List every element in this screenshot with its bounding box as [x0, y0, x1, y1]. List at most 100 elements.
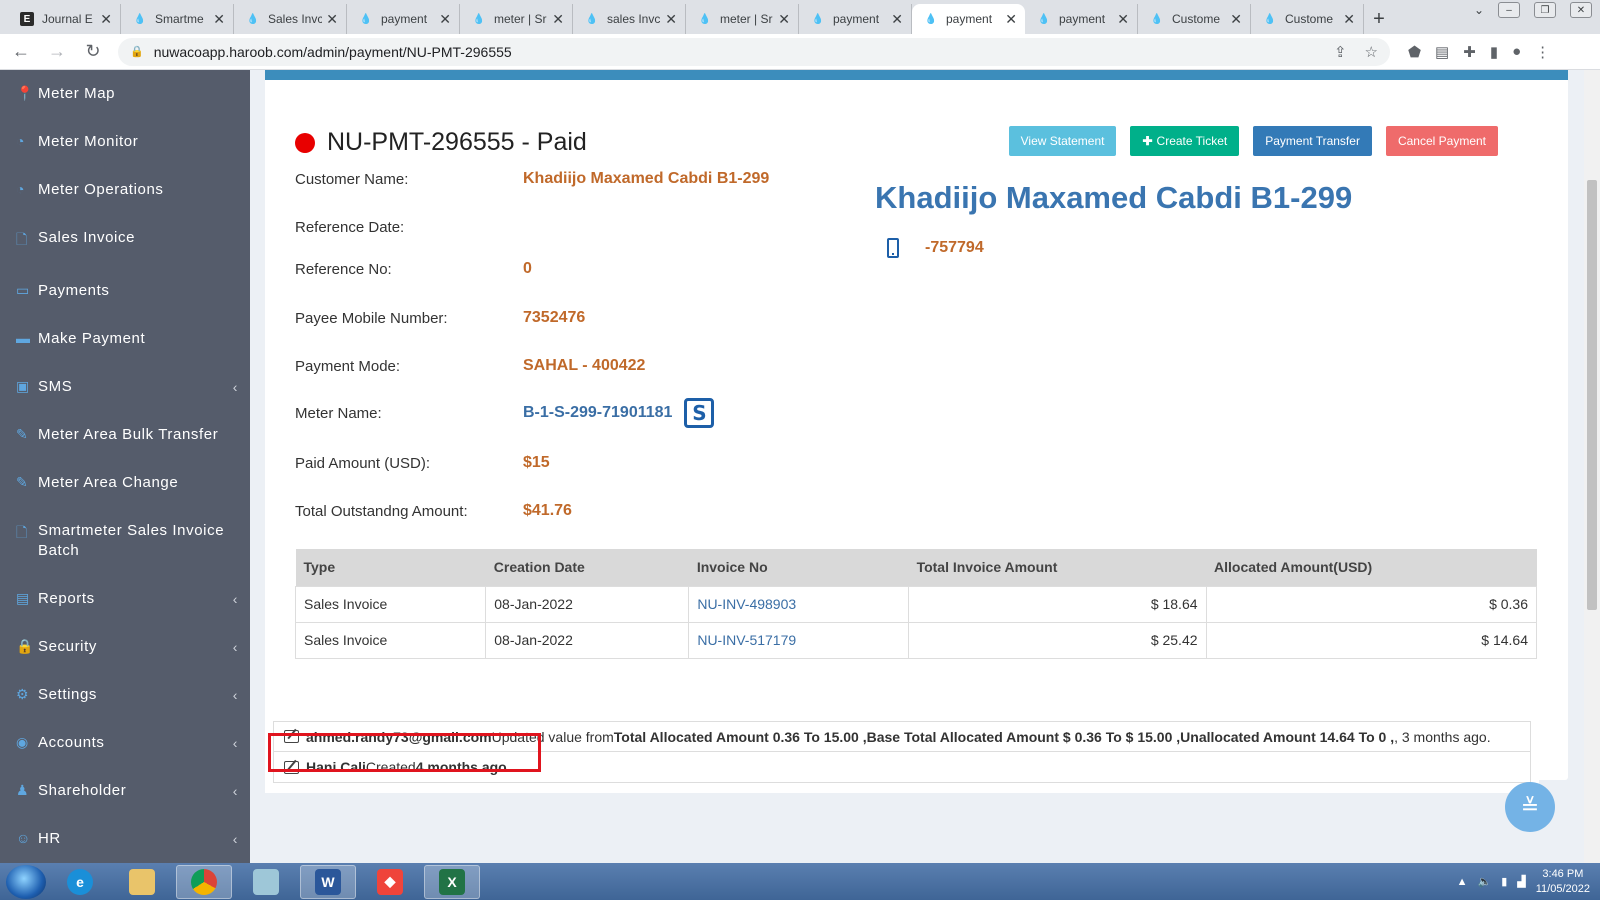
- browser-tab[interactable]: 💧 Smartme ✕: [121, 4, 234, 34]
- sidebar-item-payments[interactable]: ▭ Payments: [0, 267, 250, 315]
- credit-card-icon: ▬: [16, 330, 31, 346]
- windows-taskbar: e W ◆ X ▲ 🔈 ▮ ▟ 3:46 PM 11/05/2022: [0, 863, 1600, 900]
- close-tab-icon[interactable]: ✕: [1117, 11, 1129, 28]
- tray-expand-icon[interactable]: ▲: [1457, 876, 1468, 888]
- start-button[interactable]: [6, 864, 46, 899]
- close-tab-icon[interactable]: ✕: [100, 11, 112, 28]
- clipboard-extension-icon[interactable]: ▤: [1435, 43, 1449, 61]
- taskbar-explorer[interactable]: [114, 865, 170, 899]
- browser-tab[interactable]: 💧 payment ✕: [799, 4, 912, 34]
- sidebar-item-hr[interactable]: ☺ HR ‹: [0, 815, 250, 863]
- network-icon[interactable]: ▟: [1517, 875, 1525, 888]
- close-tab-icon[interactable]: ✕: [439, 11, 451, 28]
- taskbar-anydesk[interactable]: ◆: [362, 865, 418, 899]
- minimize-button[interactable]: –: [1498, 2, 1520, 18]
- sidebar-item-security[interactable]: 🔒 Security ‹: [0, 623, 250, 671]
- close-tab-icon[interactable]: ✕: [1343, 11, 1355, 28]
- close-window-button[interactable]: ✕: [1570, 2, 1592, 18]
- action-buttons: View Statement ✚ Create Ticket Payment Tr…: [1008, 126, 1498, 156]
- taskbar-excel[interactable]: X: [424, 864, 480, 899]
- customer-card-name[interactable]: Khadiijo Maxamed Cabdi B1-299: [875, 180, 1352, 216]
- cancel-payment-button[interactable]: Cancel Payment: [1385, 126, 1498, 156]
- reload-button[interactable]: ↻: [78, 41, 108, 62]
- sidebar-item-make-payment[interactable]: ▬ Make Payment: [0, 315, 250, 363]
- excel-icon: X: [439, 868, 465, 895]
- close-tab-icon[interactable]: ✕: [1005, 11, 1017, 28]
- tab-title: payment: [381, 12, 428, 26]
- browser-tab[interactable]: 💧 payment ✕: [912, 4, 1025, 34]
- sidebar-item-sms[interactable]: ▣ SMS ‹: [0, 363, 250, 411]
- invoice-no-link[interactable]: NU-INV-498903: [688, 585, 910, 623]
- sidebar-item-label: Sales Invoice: [38, 229, 136, 246]
- lock-icon: 🔒: [16, 638, 35, 654]
- type-cell: Sales Invoice: [294, 585, 487, 623]
- view-statement-button[interactable]: View Statement: [1008, 126, 1117, 156]
- sidebar-item-meter-monitor[interactable]: ◔ Meter Monitor: [0, 118, 250, 166]
- page-scrollbar[interactable]: [1584, 70, 1600, 863]
- bookmark-star-icon[interactable]: ☆: [1365, 43, 1378, 61]
- system-clock[interactable]: 3:46 PM 11/05/2022: [1536, 867, 1590, 897]
- sidebar-item-label: Shareholder: [38, 782, 127, 799]
- side-panel-icon[interactable]: ▮: [1490, 43, 1498, 61]
- share-icon[interactable]: ⇪: [1334, 43, 1347, 61]
- close-tab-icon[interactable]: ✕: [891, 11, 903, 28]
- close-tab-icon[interactable]: ✕: [665, 11, 677, 28]
- volume-muted-icon[interactable]: 🔈: [1478, 875, 1492, 888]
- edit-square-icon: ✎: [16, 426, 29, 442]
- sidebar-item-reports[interactable]: ▤ Reports ‹: [0, 575, 250, 623]
- restore-button[interactable]: ❐: [1534, 2, 1556, 18]
- browser-tab[interactable]: 💧 sales Invc ✕: [573, 4, 686, 34]
- create-ticket-button[interactable]: ✚ Create Ticket: [1130, 126, 1240, 156]
- puzzle-extensions-icon[interactable]: ✚: [1463, 43, 1476, 61]
- sidebar-item-meter-area-change[interactable]: ✎ Meter Area Change: [0, 459, 250, 507]
- payment-transfer-button[interactable]: Payment Transfer: [1253, 126, 1372, 156]
- battery-icon[interactable]: ▮: [1501, 875, 1507, 888]
- close-tab-icon[interactable]: ✕: [552, 11, 564, 28]
- sidebar-item-meter-operations[interactable]: ◔ Meter Operations: [0, 166, 250, 214]
- forward-button[interactable]: →: [42, 41, 72, 62]
- sidebar-item-meter-map[interactable]: 📍 Meter Map: [0, 70, 250, 118]
- payment-detail-card: NU-PMT-296555 - Paid View Statement ✚ Cre…: [265, 80, 1568, 780]
- sidebar-item-sales-invoice[interactable]: 🗋 Sales Invoice: [0, 214, 250, 267]
- browser-tab[interactable]: 💧 Custome ✕: [1138, 4, 1251, 34]
- taskbar-chrome[interactable]: [176, 864, 232, 899]
- taskbar-app-pencil[interactable]: [238, 865, 294, 899]
- browser-tab[interactable]: 💧 Sales Invc ✕: [234, 4, 347, 34]
- meter-name-link[interactable]: B-1-S-299-71901181: [523, 404, 672, 422]
- smartmeter-s-icon[interactable]: S: [684, 398, 715, 428]
- browser-tab[interactable]: 💧 Custome ✕: [1251, 4, 1364, 34]
- scroll-floating-button[interactable]: ≚: [1505, 782, 1555, 832]
- chrome-icon: [191, 868, 217, 895]
- sidebar-item-accounts[interactable]: ◉ Accounts ‹: [0, 719, 250, 767]
- sidebar-item-label: SMS: [38, 378, 73, 395]
- sidebar-item-smartmeter-sales-invoice-batch[interactable]: 🗋 Smartmeter Sales Invoice Batch: [0, 507, 250, 575]
- tab-search-chevron-icon[interactable]: ⌄: [1474, 3, 1484, 17]
- new-tab-button[interactable]: +: [1364, 4, 1394, 34]
- kebab-menu-icon[interactable]: ⋮: [1535, 43, 1550, 61]
- profile-avatar-icon[interactable]: ●: [1512, 43, 1521, 61]
- close-tab-icon[interactable]: ✕: [778, 11, 790, 28]
- browser-tab[interactable]: 💧 meter | Sr ✕: [686, 4, 799, 34]
- close-tab-icon[interactable]: ✕: [213, 11, 225, 28]
- browser-tab[interactable]: 💧 payment ✕: [347, 4, 460, 34]
- url-text[interactable]: nuwacoapp.haroob.com/admin/payment/NU-PM…: [154, 44, 1316, 60]
- close-tab-icon[interactable]: ✕: [1230, 11, 1242, 28]
- sidebar-item-meter-area-bulk-transfer[interactable]: ✎ Meter Area Bulk Transfer: [0, 411, 250, 459]
- back-button[interactable]: ←: [6, 41, 36, 62]
- url-omnibox[interactable]: 🔒 nuwacoapp.haroob.com/admin/payment/NU-…: [118, 37, 1390, 66]
- table-header-row: Type Creation Date Invoice No Total Invoice…: [295, 549, 1537, 586]
- shield-extension-icon[interactable]: ⬟: [1408, 43, 1421, 61]
- browser-tab[interactable]: E Journal E ✕: [8, 4, 121, 34]
- invoice-no-link[interactable]: NU-INV-517179: [688, 621, 910, 659]
- browser-tab[interactable]: 💧 payment ✕: [1025, 4, 1138, 34]
- taskbar-edge[interactable]: e: [52, 865, 108, 899]
- type-cell: Sales Invoice: [294, 621, 487, 659]
- close-tab-icon[interactable]: ✕: [326, 11, 338, 28]
- taskbar-word[interactable]: W: [300, 864, 356, 899]
- page-scrollbar-thumb[interactable]: [1587, 180, 1597, 610]
- tab-title: Custome: [1285, 12, 1334, 26]
- sidebar-item-settings[interactable]: ⚙ Settings ‹: [0, 671, 250, 719]
- sidebar-item-label: Meter Map: [38, 85, 116, 102]
- sidebar-item-shareholder[interactable]: ♟ Shareholder ‹: [0, 767, 250, 815]
- browser-tab[interactable]: 💧 meter | Sr ✕: [460, 4, 573, 34]
